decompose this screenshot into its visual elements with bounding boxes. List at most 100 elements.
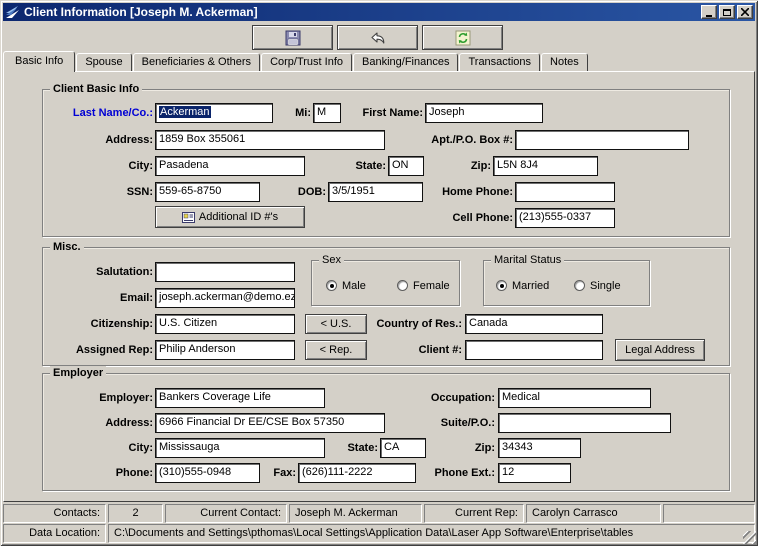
basic-info-panel: Client Basic Info Last Name/Co.: Ackerma… (3, 71, 755, 502)
client-number-label: Client #: (392, 340, 462, 360)
maximize-button[interactable] (719, 5, 735, 19)
tab-corp-trust-info[interactable]: Corp/Trust Info (261, 53, 352, 71)
sex-female-label: Female (413, 280, 450, 292)
country-of-res-field[interactable]: Canada (465, 314, 603, 334)
dob-label: DOB: (286, 182, 326, 202)
marital-status-group: Marital Status Married Single (483, 260, 650, 306)
country-of-res-label: Country of Res.: (362, 314, 462, 334)
assigned-rep-label: Assigned Rep: (45, 340, 153, 360)
salutation-field[interactable] (155, 262, 295, 282)
fax-field[interactable]: (626)111-2222 (298, 463, 416, 483)
data-location-value: C:\Documents and Settings\pthomas\Local … (108, 524, 755, 543)
client-basic-info-legend: Client Basic Info (50, 82, 142, 96)
tab-banking-finances[interactable]: Banking/Finances (353, 53, 458, 71)
radio-unselected-icon (574, 280, 585, 291)
contacts-label: Contacts: (3, 504, 106, 523)
employer-legend: Employer (50, 366, 106, 380)
last-name-value: Ackerman (159, 106, 211, 118)
misc-group: Misc. Salutation: Email: joseph.ackerman… (42, 247, 730, 366)
legal-address-button[interactable]: Legal Address (615, 339, 705, 361)
sex-female-radio[interactable]: Female (397, 279, 450, 292)
ssn-label: SSN: (45, 182, 153, 202)
resize-grip[interactable] (743, 531, 756, 544)
mi-field[interactable]: M (313, 103, 341, 123)
sex-group: Sex Male Female (311, 260, 460, 306)
tab-basic-info[interactable]: Basic Info (3, 51, 75, 72)
maximize-icon (723, 9, 731, 16)
window-title: Client Information [Joseph M. Ackerman] (24, 5, 699, 19)
save-button[interactable] (252, 25, 333, 50)
marital-married-label: Married (512, 280, 549, 292)
window-controls (699, 5, 753, 19)
marital-single-label: Single (590, 280, 621, 292)
employer-field[interactable]: Bankers Coverage Life (155, 388, 325, 408)
last-name-label: Last Name/Co.: (45, 103, 153, 123)
address-label: Address: (45, 130, 153, 150)
tab-beneficiaries-others[interactable]: Beneficiaries & Others (133, 53, 260, 71)
city-field[interactable]: Pasadena (155, 156, 305, 176)
tab-spouse[interactable]: Spouse (76, 53, 131, 71)
employer-state-field[interactable]: CA (380, 438, 426, 458)
app-logo-icon (5, 5, 21, 20)
apt-po-box-label: Apt./P.O. Box #: (413, 130, 513, 150)
employer-city-field[interactable]: Mississauga (155, 438, 325, 458)
email-field[interactable]: joseph.ackerman@demo.ez-i (155, 288, 295, 308)
employer-city-label: City: (45, 438, 153, 458)
client-basic-info-group: Client Basic Info Last Name/Co.: Ackerma… (42, 89, 730, 237)
phone-ext-field[interactable]: 12 (498, 463, 571, 483)
marital-married-radio[interactable]: Married (496, 279, 549, 292)
employer-address-label: Address: (45, 413, 153, 433)
misc-legend: Misc. (50, 240, 84, 254)
title-bar[interactable]: Client Information [Joseph M. Ackerman] (3, 3, 755, 21)
mi-label: Mi: (281, 103, 311, 123)
phone-ext-label: Phone Ext.: (405, 463, 495, 483)
refresh-arrows-icon (455, 30, 471, 46)
contacts-count: 2 (108, 504, 163, 523)
close-icon (741, 8, 749, 16)
occupation-label: Occupation: (405, 388, 495, 408)
first-name-field[interactable]: Joseph (425, 103, 543, 123)
employer-phone-label: Phone: (45, 463, 153, 483)
client-number-field[interactable] (465, 340, 603, 360)
tab-transactions[interactable]: Transactions (459, 53, 540, 71)
dob-field[interactable]: 3/5/1951 (328, 182, 423, 202)
additional-id-button[interactable]: Additional ID #'s (155, 206, 305, 228)
employer-address-field[interactable]: 6966 Financial Dr EE/CSE Box 57350 (155, 413, 385, 433)
current-rep-value: Carolyn Carrasco (526, 504, 661, 523)
us-citizen-button[interactable]: < U.S. (305, 314, 367, 334)
last-name-field[interactable]: Ackerman (155, 103, 273, 123)
current-rep-label: Current Rep: (424, 504, 524, 523)
employer-zip-label: Zip: (435, 438, 495, 458)
city-label: City: (45, 156, 153, 176)
home-phone-field[interactable] (515, 182, 615, 202)
salutation-label: Salutation: (45, 262, 153, 282)
tab-notes[interactable]: Notes (541, 53, 588, 71)
employer-zip-field[interactable]: 34343 (498, 438, 581, 458)
cell-phone-field[interactable]: (213)555-0337 (515, 208, 615, 228)
close-button[interactable] (737, 5, 753, 19)
citizenship-field[interactable]: U.S. Citizen (155, 314, 295, 334)
radio-unselected-icon (397, 280, 408, 291)
marital-single-radio[interactable]: Single (574, 279, 621, 292)
radio-selected-icon (326, 280, 337, 291)
current-contact-value: Joseph M. Ackerman (289, 504, 422, 523)
state-field[interactable]: ON (388, 156, 424, 176)
minimize-button[interactable] (701, 5, 717, 19)
sex-male-radio[interactable]: Male (326, 279, 366, 292)
occupation-field[interactable]: Medical (498, 388, 651, 408)
employer-label: Employer: (45, 388, 153, 408)
undo-button[interactable] (337, 25, 418, 50)
refresh-button[interactable] (422, 25, 503, 50)
zip-field[interactable]: L5N 8J4 (493, 156, 598, 176)
apt-po-box-field[interactable] (515, 130, 689, 150)
assigned-rep-field[interactable]: Philip Anderson (155, 340, 295, 360)
address-field[interactable]: 1859 Box 355061 (155, 130, 385, 150)
citizenship-label: Citizenship: (45, 314, 153, 334)
ssn-field[interactable]: 559-65-8750 (155, 182, 260, 202)
sex-legend: Sex (319, 253, 344, 267)
employer-phone-field[interactable]: (310)555-0948 (155, 463, 260, 483)
rep-button[interactable]: < Rep. (305, 340, 367, 360)
suite-po-field[interactable] (498, 413, 671, 433)
zip-label: Zip: (441, 156, 491, 176)
state-label: State: (346, 156, 386, 176)
